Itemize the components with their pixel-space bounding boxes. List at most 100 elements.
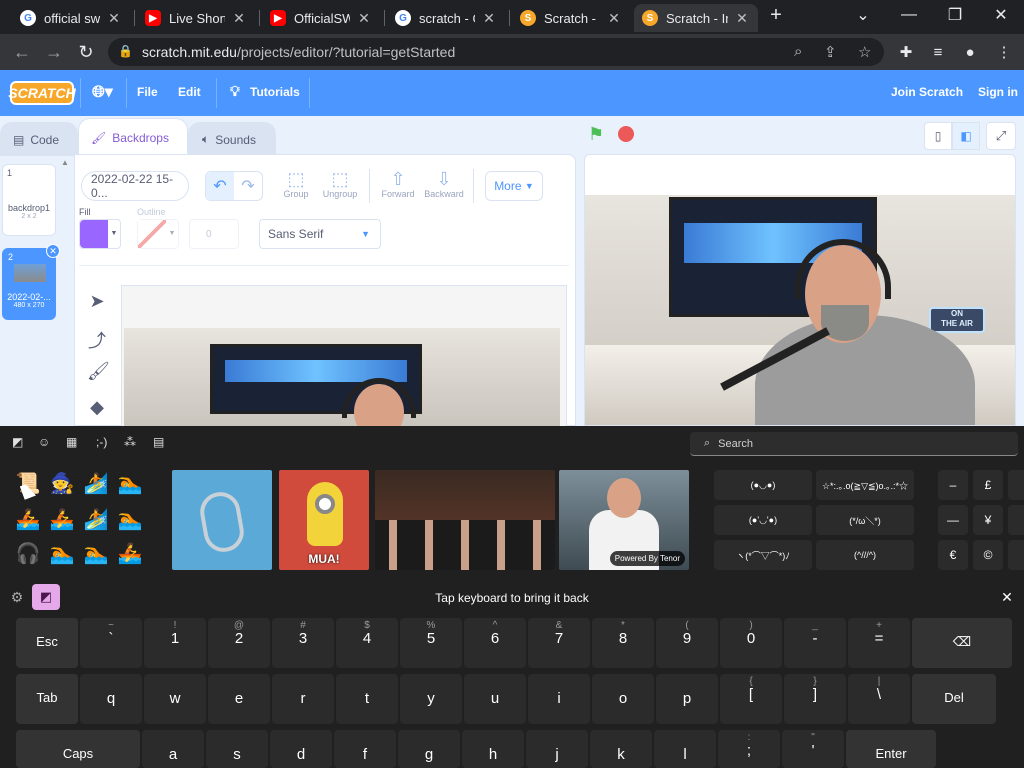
costume-name-field[interactable]: 2022-02-22 15-0...: [81, 171, 189, 201]
profile-icon[interactable]: ●: [956, 38, 984, 66]
delete-backdrop-icon[interactable]: ✕: [46, 244, 60, 258]
outline-color-picker[interactable]: ▼: [137, 219, 179, 249]
reload-icon[interactable]: ↻: [72, 38, 100, 66]
gif-celebrating-man[interactable]: Powered By Tenor: [559, 470, 689, 570]
browser-tab[interactable]: G official swi ✕: [12, 4, 130, 32]
restore-icon[interactable]: ❐: [932, 0, 978, 30]
kaomoji-item[interactable]: ☆*:.｡.o(≧▽≦)o.｡.:*☆: [816, 470, 914, 500]
key-k[interactable]: k: [590, 730, 652, 768]
browser-tab-active[interactable]: S Scratch - Im ✕: [634, 4, 758, 32]
key-tab[interactable]: Tab: [16, 674, 78, 724]
sticker-item[interactable]: 🎧: [14, 540, 42, 568]
undo-icon[interactable]: ↶: [206, 172, 234, 200]
select-tool-icon[interactable]: ➤: [87, 291, 107, 311]
stop-icon[interactable]: [618, 126, 634, 142]
brush-tool-icon[interactable]: 🖌︎: [87, 361, 110, 381]
sticker-item[interactable]: 🏊: [82, 540, 110, 568]
backward-button[interactable]: ⇩ Backward: [419, 169, 469, 199]
key-g[interactable]: g: [398, 730, 460, 768]
key-esc[interactable]: Esc: [16, 618, 78, 668]
ungroup-button[interactable]: ⬚ Ungroup: [315, 169, 365, 199]
fullscreen-button[interactable]: ⤢: [986, 122, 1016, 150]
symbol-item[interactable]: ¥: [973, 505, 1003, 535]
key-enter[interactable]: Enter: [846, 730, 936, 768]
gif-tab-icon[interactable]: ▦: [66, 435, 77, 449]
fill-color-picker[interactable]: ▼: [79, 219, 121, 249]
key-symbol[interactable]: + =: [848, 618, 910, 668]
normal-stage-button[interactable]: ◧: [952, 122, 980, 150]
group-button[interactable]: ⬚ Group: [271, 169, 321, 199]
green-flag-icon[interactable]: ⚑: [588, 124, 608, 144]
key-e[interactable]: e: [208, 674, 270, 724]
kaomoji-item[interactable]: ヽ(*⌒▽⌒*)ﾉ: [714, 540, 812, 570]
kaomoji-item[interactable]: (*/ω＼*): [816, 505, 914, 535]
gif-audience[interactable]: [375, 470, 555, 570]
close-window-icon[interactable]: ✕: [978, 0, 1024, 30]
backdrop-thumb-1[interactable]: 1 backdrop1 2 x 2: [2, 164, 56, 236]
menu-tutorials[interactable]: Tutorials: [250, 85, 300, 99]
sticker-item[interactable]: 🏊: [48, 540, 76, 568]
clipboard-tab-icon[interactable]: ▤: [153, 435, 164, 449]
stage[interactable]: ON THE AIR: [584, 154, 1016, 426]
font-dropdown[interactable]: Sans Serif ▼: [259, 219, 381, 249]
close-tab-icon[interactable]: ✕: [356, 10, 372, 27]
close-tab-icon[interactable]: ✕: [606, 10, 622, 27]
key-p[interactable]: p: [656, 674, 718, 724]
symbol-item[interactable]: —: [938, 505, 968, 535]
media-control-icon[interactable]: ≡: [924, 38, 952, 66]
symbols-tab-icon[interactable]: ⁂: [124, 435, 136, 449]
kaomoji-item[interactable]: (^///^): [816, 540, 914, 570]
symbol-item[interactable]: £: [973, 470, 1003, 500]
kaomoji-item[interactable]: (●'◡'●): [714, 505, 812, 535]
close-tab-icon[interactable]: ✕: [734, 10, 750, 27]
scratch-logo[interactable]: SCRATCH: [8, 81, 76, 105]
tab-code[interactable]: ▤ Code: [0, 122, 78, 156]
kaomoji-tab-icon[interactable]: ;-): [96, 435, 107, 449]
address-bar[interactable]: 🔒 scratch.mit.edu/projects/editor/?tutor…: [108, 38, 884, 66]
symbol-item-partial[interactable]: [1008, 470, 1024, 500]
paint-canvas[interactable]: [121, 285, 567, 427]
sticker-item[interactable]: 🏊: [116, 470, 144, 498]
key-symbol[interactable]: _ -: [784, 618, 846, 668]
forward-icon[interactable]: →: [40, 38, 68, 66]
scroll-up-arrow-icon[interactable]: ▲: [60, 158, 70, 167]
sticker-item[interactable]: 🚣: [116, 540, 144, 568]
key-symbol[interactable]: " ': [782, 730, 844, 768]
key-h[interactable]: h: [462, 730, 524, 768]
key-8[interactable]: * 8: [592, 618, 654, 668]
gif-minion[interactable]: MUA!: [279, 470, 369, 570]
key-symbol[interactable]: | \: [848, 674, 910, 724]
reshape-tool-icon[interactable]: ⤴: [87, 327, 107, 351]
new-tab-button[interactable]: +: [760, 0, 792, 30]
key-symbol[interactable]: {[: [720, 674, 782, 724]
key-6[interactable]: ^ 6: [464, 618, 526, 668]
close-panel-icon[interactable]: ✕: [996, 586, 1018, 608]
menu-file[interactable]: File: [137, 85, 158, 99]
symbol-item-partial[interactable]: [1008, 505, 1024, 535]
key-y[interactable]: y: [400, 674, 462, 724]
emoji-tab-icon[interactable]: ☺: [38, 435, 50, 449]
symbol-item[interactable]: €: [938, 540, 968, 570]
tab-backdrops[interactable]: 🖌︎ Backdrops: [78, 118, 188, 156]
language-globe-icon[interactable]: 🌐︎▾: [92, 82, 113, 102]
symbol-item[interactable]: –: [938, 470, 968, 500]
kaomoji-item[interactable]: (●◡●): [714, 470, 812, 500]
sign-in-link[interactable]: Sign in: [978, 85, 1018, 99]
extensions-icon[interactable]: ✚: [892, 38, 920, 66]
scrollbar[interactable]: ▲: [60, 158, 70, 426]
key-i[interactable]: i: [528, 674, 590, 724]
key-9[interactable]: (9: [656, 618, 718, 668]
close-tab-icon[interactable]: ✕: [106, 10, 122, 27]
backdrop-thumb-2[interactable]: 2 2022-02-... 480 x 270 ✕: [2, 244, 60, 320]
sticker-item[interactable]: 🚣: [48, 506, 76, 534]
tab-search-icon[interactable]: ⌄: [840, 0, 886, 30]
key-u[interactable]: u: [464, 674, 526, 724]
key-q[interactable]: q: [80, 674, 142, 724]
key-backspace[interactable]: ⌫: [912, 618, 1012, 668]
key-r[interactable]: r: [272, 674, 334, 724]
key-del[interactable]: Del: [912, 674, 996, 724]
key-1[interactable]: ! 1: [144, 618, 206, 668]
sticker-tab-icon[interactable]: ◩: [12, 435, 23, 449]
browser-tab[interactable]: G scratch - Go ✕: [387, 4, 505, 32]
key-7[interactable]: & 7: [528, 618, 590, 668]
